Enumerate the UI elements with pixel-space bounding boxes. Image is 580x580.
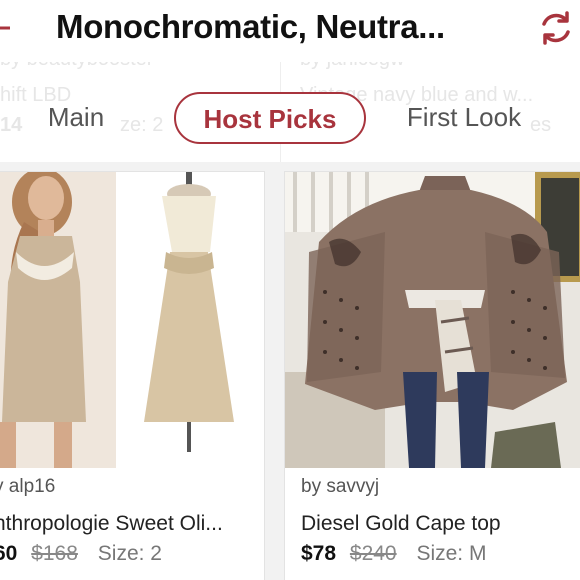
listing-card[interactable]: by savvyj Diesel Gold Cape top $78 $240 …: [285, 172, 580, 580]
ghost-seller-left: by beautybooster: [0, 62, 153, 71]
top-header: Monochromatic, Neutra...: [0, 0, 580, 62]
size-label: Size: M: [416, 542, 487, 565]
back-arrow-icon[interactable]: [0, 13, 12, 43]
tab-main[interactable]: Main: [40, 90, 112, 144]
refresh-svg: [542, 11, 570, 45]
price-row: $78 $240 Size: M: [301, 542, 486, 566]
tab-bar: Main Host Picks First Look: [0, 86, 580, 152]
listing-title: Diesel Gold Cape top: [301, 512, 501, 535]
seller-name[interactable]: y alp16: [0, 476, 55, 498]
price: 60: [0, 542, 18, 565]
original-price: $168: [31, 542, 78, 565]
refresh-icon[interactable]: [536, 8, 576, 48]
tab-host-picks[interactable]: Host Picks: [174, 92, 366, 144]
listing-image: [0, 172, 264, 468]
price-row: 60 $168 Size: 2: [0, 542, 162, 566]
original-price: $240: [349, 542, 397, 565]
listing-image: [285, 172, 580, 468]
tab-first-look[interactable]: First Look: [396, 90, 532, 144]
seller-name[interactable]: by savvyj: [301, 476, 379, 498]
listing-title: nthropologie Sweet Oli...: [0, 512, 223, 535]
page-title: Monochromatic, Neutra...: [56, 8, 445, 45]
back-arrow-svg: [0, 26, 10, 30]
ghost-seller-right: by janicegw: [300, 62, 405, 71]
size-label: Size: 2: [97, 542, 162, 565]
price: $78: [301, 542, 337, 565]
listing-card[interactable]: y alp16 nthropologie Sweet Oli... 60 $16…: [0, 172, 264, 580]
